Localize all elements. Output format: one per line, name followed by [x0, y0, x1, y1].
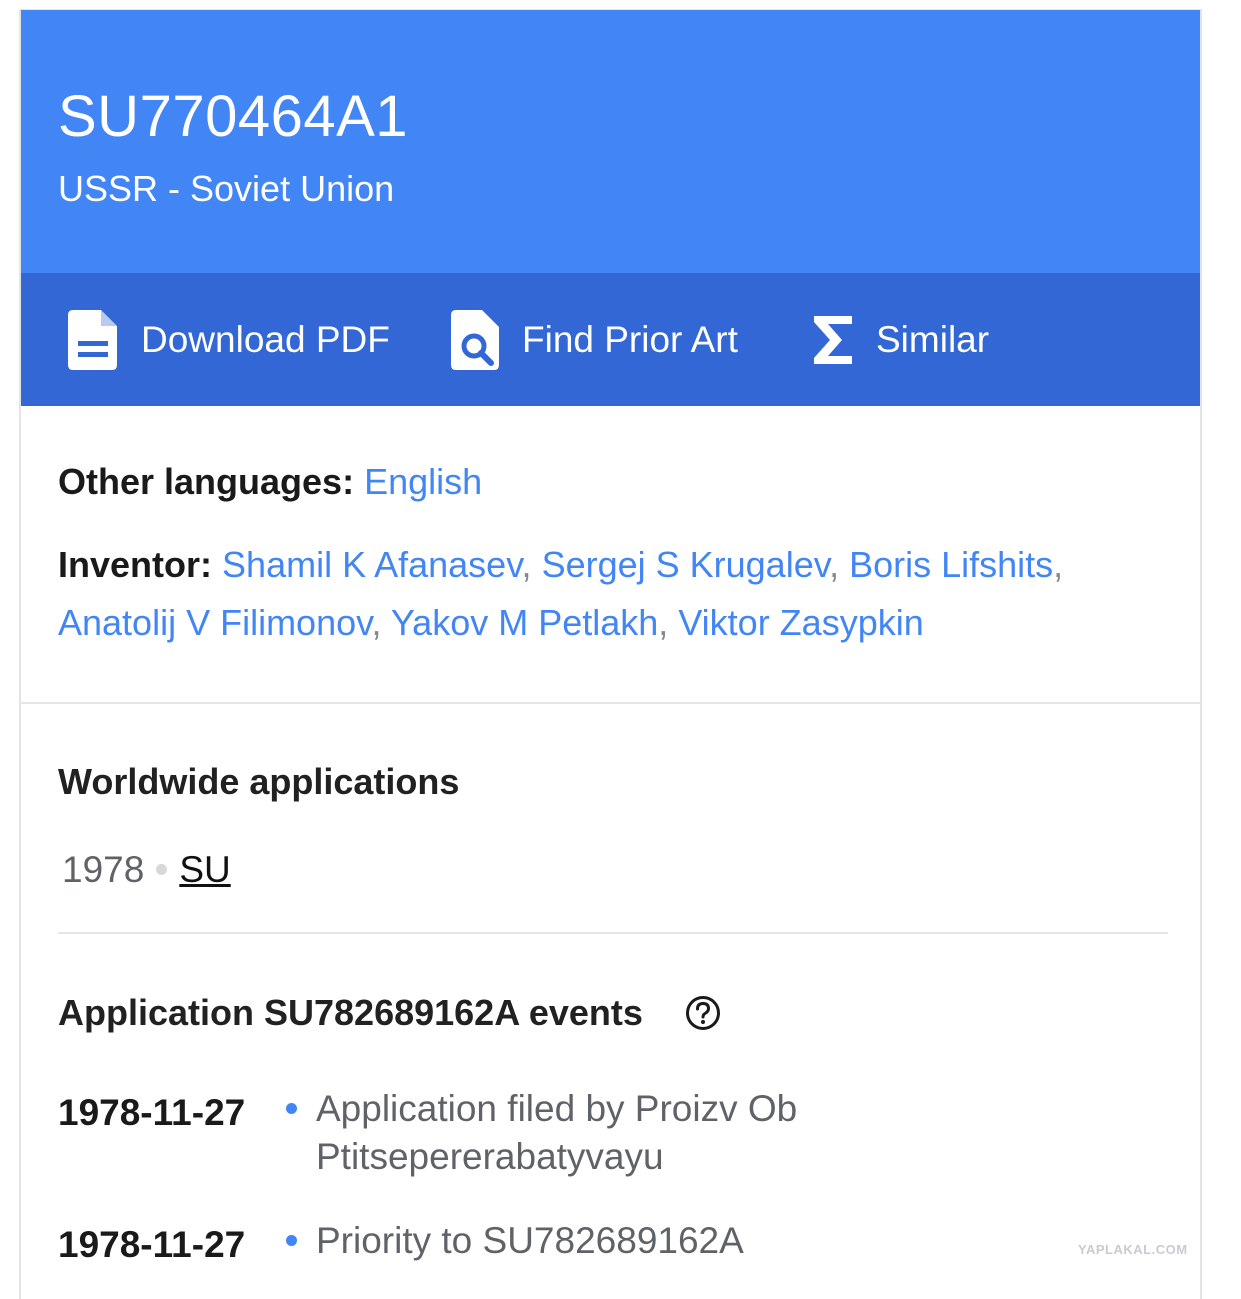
event-description: Priority to SU782689162A	[316, 1220, 744, 1261]
inventor-link[interactable]: Anatolij V Filimonov	[58, 602, 371, 643]
inventor-link[interactable]: Yakov M Petlakh	[391, 602, 658, 643]
other-languages-row: Other languages: English	[58, 464, 482, 500]
publication-number: SU770464A1	[58, 84, 409, 149]
separator-dot	[156, 864, 168, 875]
site-watermark: YAPLAKAL.COM	[1078, 1242, 1188, 1257]
help-circle-icon[interactable]	[685, 995, 721, 1031]
application-events-title: Application SU782689162A events	[58, 992, 643, 1033]
inventor-link[interactable]: Viktor Zasypkin	[678, 602, 923, 643]
worldwide-applications-title: Worldwide applications	[58, 761, 460, 802]
similar-label: Similar	[876, 319, 990, 360]
application-year: 1978	[62, 849, 145, 890]
event-date: 1978-11-27	[58, 1092, 246, 1133]
document-search-icon	[451, 309, 499, 370]
other-languages-label: Other languages:	[58, 461, 355, 502]
section-divider	[58, 932, 1168, 934]
inventor-row-1: Inventor: Shamil K Afanasev, Sergej S Kr…	[58, 547, 1063, 583]
inventor-label: Inventor:	[58, 544, 213, 585]
section-divider	[21, 702, 1200, 704]
event-bullet	[286, 1235, 297, 1246]
worldwide-application-entry: 1978 SU	[62, 851, 231, 888]
inventor-separator: ,	[521, 544, 532, 585]
inventor-separator: ,	[658, 602, 669, 643]
event-description: Application filed by Proizv Ob Ptitseper…	[316, 1088, 798, 1177]
inventor-separator: ,	[371, 602, 382, 643]
patent-header: SU770464A1 USSR - Soviet Union	[21, 10, 1200, 273]
download-pdf-button[interactable]: Download PDF	[67, 273, 390, 406]
publication-country: USSR - Soviet Union	[58, 168, 395, 209]
event-bullet	[286, 1103, 297, 1114]
find-prior-art-button[interactable]: Find Prior Art	[450, 273, 738, 406]
inventor-separator: ,	[1053, 544, 1064, 585]
event-date: 1978-11-27	[58, 1224, 246, 1265]
application-country-link[interactable]: SU	[179, 851, 230, 888]
inventor-link[interactable]: Boris Lifshits	[849, 544, 1053, 585]
inventor-separator: ,	[829, 544, 840, 585]
patent-card: SU770464A1 USSR - Soviet Union Download …	[19, 9, 1202, 1299]
find-prior-art-label: Find Prior Art	[522, 319, 738, 360]
inventor-link[interactable]: Shamil K Afanasev	[222, 544, 522, 585]
sigma-icon	[814, 315, 852, 364]
language-link-english[interactable]: English	[364, 461, 482, 502]
similar-button[interactable]: Similar	[812, 273, 989, 406]
inventor-row-2: Anatolij V Filimonov, Yakov M Petlakh, V…	[58, 605, 924, 641]
download-pdf-label: Download PDF	[141, 319, 390, 360]
pdf-document-icon	[68, 309, 117, 370]
inventor-link[interactable]: Sergej S Krugalev	[542, 544, 830, 585]
action-toolbar: Download PDF Find Prior Art Similar	[21, 273, 1200, 406]
